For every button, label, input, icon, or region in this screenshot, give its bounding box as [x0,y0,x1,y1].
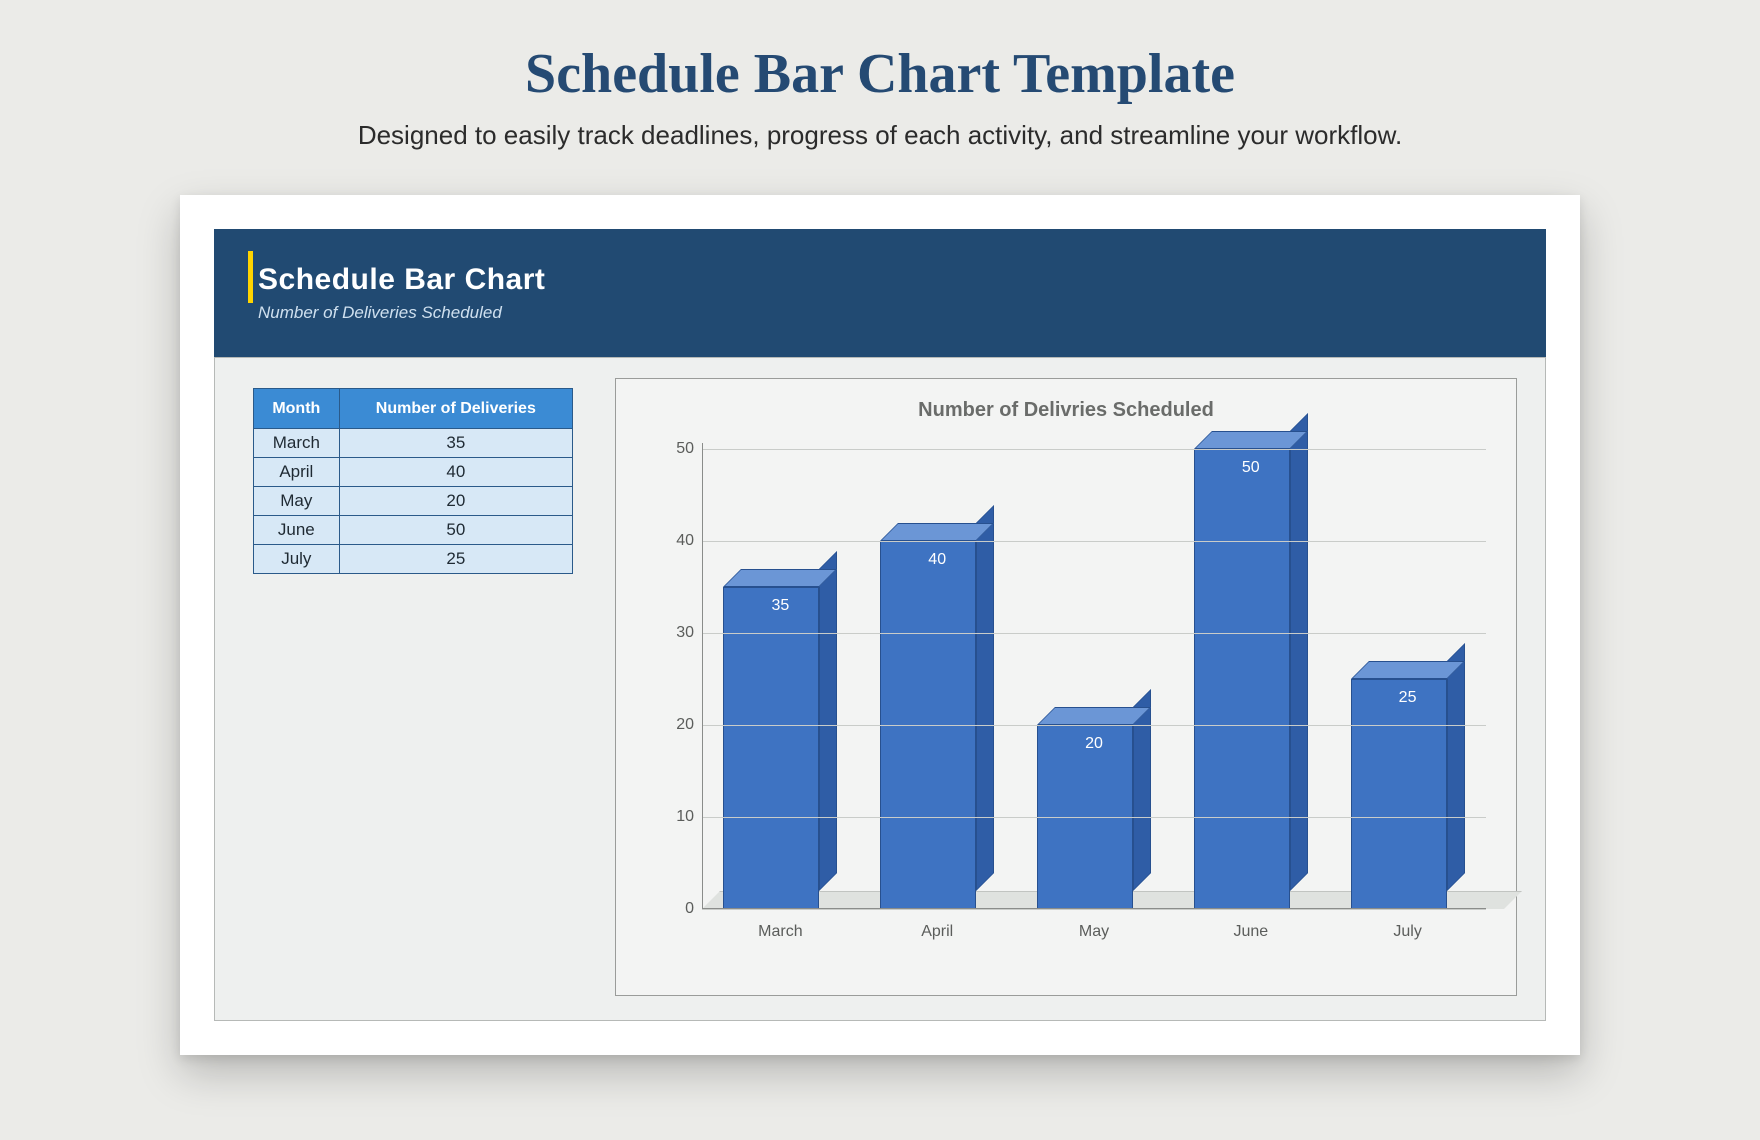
table-cell-month: March [254,429,340,458]
chart-gridline [702,909,1486,910]
data-table: Month Number of Deliveries March35April4… [253,388,573,574]
table-header-month: Month [254,389,340,429]
chart-x-label: March [702,923,859,949]
table-cell-month: May [254,487,340,516]
chart-y-tick: 30 [656,624,694,642]
chart-bar-slot: 40 [859,449,1016,909]
table-header-deliveries: Number of Deliveries [339,389,572,429]
chart-x-label: June [1172,923,1329,949]
chart-y-tick: 20 [656,716,694,734]
table-cell-deliveries: 25 [339,545,572,574]
chart-bar-front [723,587,819,909]
content-area: Month Number of Deliveries March35April4… [214,357,1546,1021]
table-row: June50 [254,516,573,545]
chart-x-labels: MarchAprilMayJuneJuly [702,923,1486,949]
chart-bar-side [1290,413,1308,891]
chart-bar-front [1351,679,1447,909]
chart-bar-top [1351,661,1465,679]
chart-bar-slot: 25 [1329,449,1486,909]
chart-bar-top [723,569,837,587]
chart-title: Number of Delivries Scheduled [616,379,1516,422]
chart-bar: 50 [1194,449,1308,909]
chart-bar: 25 [1351,679,1465,909]
banner-accent [248,251,253,303]
template-card: Schedule Bar Chart Number of Deliveries … [180,195,1580,1055]
banner-title: Schedule Bar Chart [258,263,1546,297]
chart-gridline [702,449,1486,450]
chart-bar-slot: 35 [702,449,859,909]
chart-y-tick: 10 [656,808,694,826]
page-subtitle: Designed to easily track deadlines, prog… [0,120,1760,151]
chart-bar-side [1447,643,1465,891]
chart-x-label: July [1329,923,1486,949]
chart-y-tick: 40 [656,532,694,550]
page-title: Schedule Bar Chart Template [0,0,1760,106]
table-cell-month: June [254,516,340,545]
chart-bar-side [976,505,994,891]
chart-bar-side [819,551,837,891]
chart-y-tick: 0 [656,900,694,918]
chart-gridline [702,541,1486,542]
chart-bar-top [1194,431,1308,449]
chart-bar-top [880,523,994,541]
chart-gridline [702,817,1486,818]
table-row: July25 [254,545,573,574]
table-row: March35 [254,429,573,458]
chart-plot-area: 3540205025 01020304050 [702,449,1486,909]
chart-bar-value-label: 35 [771,597,789,615]
chart-bar-slot: 20 [1016,449,1173,909]
table-cell-month: April [254,458,340,487]
chart-bars: 35 40 20 50 25 [702,449,1486,909]
table-cell-deliveries: 20 [339,487,572,516]
chart-y-tick: 50 [656,440,694,458]
chart-bar-slot: 50 [1172,449,1329,909]
chart-bar-value-label: 25 [1399,689,1417,707]
table-cell-deliveries: 40 [339,458,572,487]
chart-gridline [702,633,1486,634]
chart-bar-front [1194,449,1290,909]
chart-x-label: April [859,923,1016,949]
banner-subtitle: Number of Deliveries Scheduled [258,303,1546,323]
chart-bar: 35 [723,587,837,909]
table-row: May20 [254,487,573,516]
chart-bar-value-label: 20 [1085,735,1103,753]
table-cell-month: July [254,545,340,574]
chart-container: Number of Delivries Scheduled 35 40 20 50 25… [615,378,1517,996]
chart-gridline [702,725,1486,726]
chart-bar-top [1037,707,1151,725]
chart-x-label: May [1016,923,1173,949]
table-cell-deliveries: 35 [339,429,572,458]
chart-bar-value-label: 40 [928,551,946,569]
table-row: April40 [254,458,573,487]
table-cell-deliveries: 50 [339,516,572,545]
chart-bar-value-label: 50 [1242,459,1260,477]
banner: Schedule Bar Chart Number of Deliveries … [214,229,1546,357]
